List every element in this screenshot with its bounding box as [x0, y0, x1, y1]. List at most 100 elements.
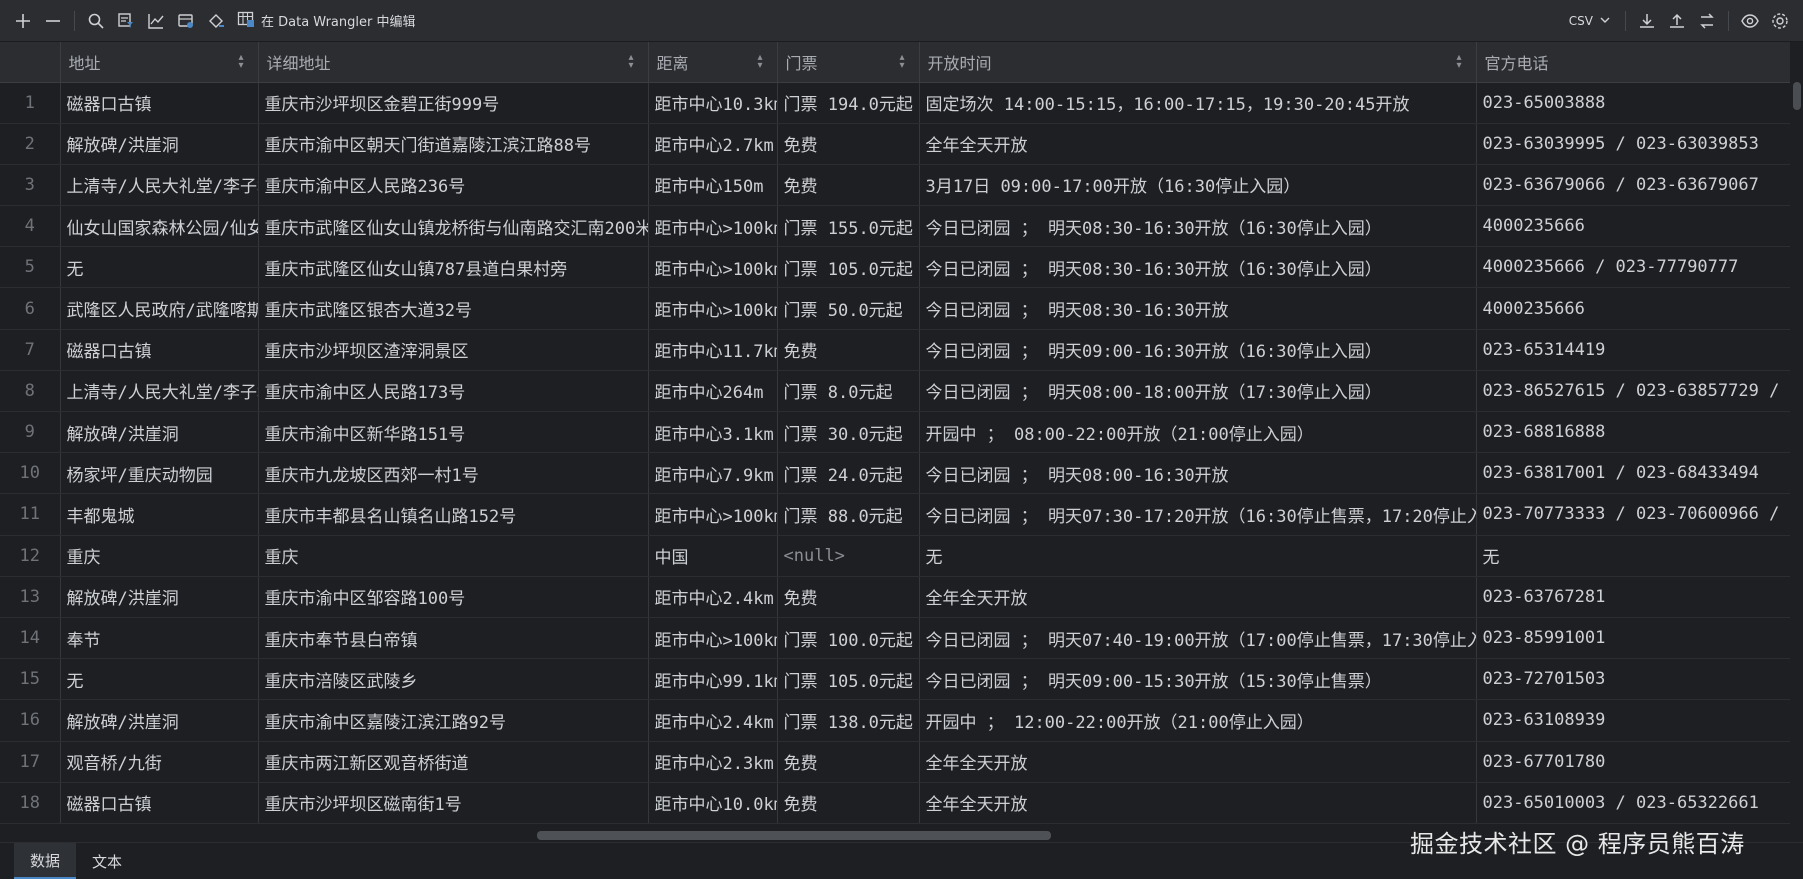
- cell-phone[interactable]: 023-85991001: [1476, 617, 1790, 660]
- sort-icon[interactable]: ▴ ▾: [628, 53, 633, 71]
- cell-opening-hours[interactable]: 今日已闭园 ； 明天09:00-15:30开放（15:30停止售票）: [919, 658, 1477, 701]
- cell-detail-address[interactable]: 重庆市武隆区银杏大道32号: [258, 287, 649, 330]
- sort-icon[interactable]: ▴ ▾: [1456, 53, 1461, 71]
- filter-icon[interactable]: [111, 6, 141, 36]
- cell-address[interactable]: 仙女山国家森林公园/仙女山: [60, 205, 259, 248]
- cell-ticket[interactable]: 门票 194.0元起: [777, 82, 920, 124]
- sort-icon[interactable]: ▴ ▾: [238, 53, 243, 71]
- cell-detail-address[interactable]: 重庆: [258, 535, 649, 577]
- cell-detail-address[interactable]: 重庆市渝中区人民路236号: [258, 164, 649, 207]
- add-icon[interactable]: [8, 6, 38, 36]
- cell-opening-hours[interactable]: 开园中 ； 08:00-22:00开放（21:00停止入园）: [919, 411, 1477, 454]
- cell-opening-hours[interactable]: 今日已闭园 ； 明天08:00-18:00开放（17:30停止入园）: [919, 370, 1477, 413]
- cell-distance[interactable]: 距市中心>100km: [648, 287, 778, 330]
- cell-address[interactable]: 重庆: [60, 535, 259, 577]
- cell-distance[interactable]: 距市中心7.9km: [648, 452, 778, 495]
- cell-opening-hours[interactable]: 固定场次 14:00-15:15，16:00-17:15，19:30-20:45…: [919, 82, 1477, 124]
- format-select[interactable]: CSV: [1561, 7, 1619, 35]
- cell-phone[interactable]: 023-86527615 / 023-63857729 / 023: [1476, 370, 1790, 413]
- cell-distance[interactable]: 中国: [648, 535, 778, 577]
- table-row[interactable]: 14 奉节 重庆市奉节县白帝镇 距市中心>100km 门票 100.0元起 今日已闭园 ；…: [0, 617, 1790, 660]
- cell-ticket[interactable]: 免费: [777, 164, 920, 207]
- cell-ticket[interactable]: 门票 100.0元起: [777, 617, 920, 660]
- cell-phone[interactable]: 023-63108939: [1476, 699, 1790, 742]
- cell-ticket[interactable]: 门票 105.0元起: [777, 246, 920, 289]
- cell-detail-address[interactable]: 重庆市武隆区仙女山镇787县道白果村旁: [258, 246, 649, 289]
- cell-detail-address[interactable]: 重庆市沙坪坝区磁南街1号: [258, 782, 649, 824]
- cell-distance[interactable]: 距市中心>100km: [648, 205, 778, 248]
- cell-detail-address[interactable]: 重庆市渝中区人民路173号: [258, 370, 649, 413]
- cell-ticket[interactable]: 免费: [777, 576, 920, 618]
- vertical-scrollbar[interactable]: [1790, 42, 1803, 824]
- cell-opening-hours[interactable]: 全年全天开放: [919, 123, 1477, 165]
- table-row[interactable]: 7 磁器口古镇 重庆市沙坪坝区渣滓洞景区 距市中心11.7km 免费 今日已闭园 ； 明天…: [0, 329, 1790, 371]
- cell-ticket[interactable]: 门票 24.0元起: [777, 452, 920, 495]
- cell-ticket[interactable]: 门票 30.0元起: [777, 411, 920, 454]
- eye-icon[interactable]: [1735, 6, 1765, 36]
- column-header-opening-hours[interactable]: 开放时间 ▴ ▾: [919, 42, 1477, 83]
- cell-phone[interactable]: 023-63039995 / 023-63039853: [1476, 123, 1790, 165]
- cell-distance[interactable]: 距市中心>100km: [648, 617, 778, 660]
- column-header-detail-address[interactable]: 详细地址 ▴ ▾: [258, 42, 649, 83]
- cell-ticket[interactable]: 门票 8.0元起: [777, 370, 920, 413]
- column-header-distance[interactable]: 距离 ▴ ▾: [648, 42, 778, 83]
- download-icon[interactable]: [1632, 6, 1662, 36]
- cell-address[interactable]: 解放碑/洪崖洞: [60, 411, 259, 454]
- cell-distance[interactable]: 距市中心10.3km: [648, 82, 778, 124]
- cell-ticket[interactable]: 门票 50.0元起: [777, 287, 920, 330]
- cell-address[interactable]: 奉节: [60, 617, 259, 660]
- cell-address[interactable]: 上清寺/人民大礼堂/李子坝: [60, 164, 259, 207]
- paint-bucket-icon[interactable]: [201, 6, 231, 36]
- cell-phone[interactable]: 023-65003888: [1476, 82, 1790, 124]
- cell-ticket[interactable]: 门票 105.0元起: [777, 658, 920, 701]
- tab-data[interactable]: 数据: [14, 843, 76, 879]
- cell-opening-hours[interactable]: 今日已闭园 ； 明天09:00-16:30开放（16:30停止入园）: [919, 329, 1477, 371]
- table-row[interactable]: 4仙女山国家森林公园/仙女山重庆市武隆区仙女山镇龙桥街与仙南路交汇南200米距市…: [0, 205, 1790, 248]
- table-row[interactable]: 2 解放碑/洪崖洞 重庆市渝中区朝天门街道嘉陵江滨江路88号 距市中心2.7km 免费全…: [0, 123, 1790, 165]
- cell-distance[interactable]: 距市中心150m: [648, 164, 778, 207]
- cell-phone[interactable]: 无: [1476, 535, 1790, 577]
- cell-address[interactable]: 磁器口古镇: [60, 329, 259, 371]
- cell-detail-address[interactable]: 重庆市沙坪坝区金碧正街999号: [258, 82, 649, 124]
- cell-opening-hours[interactable]: 3月17日 09:00-17:00开放（16:30停止入园）: [919, 164, 1477, 207]
- cell-distance[interactable]: 距市中心2.3km: [648, 741, 778, 783]
- cell-address[interactable]: 磁器口古镇: [60, 782, 259, 824]
- cell-address[interactable]: 解放碑/洪崖洞: [60, 576, 259, 618]
- cell-address[interactable]: 丰都鬼城: [60, 493, 259, 536]
- horizontal-scroll-thumb[interactable]: [537, 831, 1051, 840]
- cell-address[interactable]: 无: [60, 658, 259, 701]
- cell-ticket[interactable]: 免费: [777, 782, 920, 824]
- edit-in-data-wrangler-button[interactable]: 在 Data Wrangler 中编辑: [231, 6, 421, 36]
- table-row[interactable]: 10 杨家坪/重庆动物园 重庆市九龙坡区西郊一村1号 距市中心7.9km 门票 24.0…: [0, 452, 1790, 495]
- cell-opening-hours[interactable]: 今日已闭园 ； 明天07:40-19:00开放（17:00停止售票，17:30停…: [919, 617, 1477, 660]
- cell-address[interactable]: 解放碑/洪崖洞: [60, 699, 259, 742]
- cell-address[interactable]: 上清寺/人民大礼堂/李子坝: [60, 370, 259, 413]
- cell-address[interactable]: 观音桥/九街: [60, 741, 259, 783]
- cell-opening-hours[interactable]: 无: [919, 535, 1477, 577]
- table-row[interactable]: 13 解放碑/洪崖洞 重庆市渝中区邹容路100号 距市中心2.4km 免费 全年全天开放 0…: [0, 576, 1790, 618]
- sort-icon[interactable]: ▴ ▾: [757, 53, 762, 71]
- cell-phone[interactable]: 4000235666: [1476, 287, 1790, 330]
- cell-detail-address[interactable]: 重庆市两江新区观音桥街道: [258, 741, 649, 783]
- table-row[interactable]: 8 上清寺/人民大礼堂/李子坝 重庆市渝中区人民路173号 距市中心264m 门票 8.…: [0, 370, 1790, 413]
- cell-detail-address[interactable]: 重庆市九龙坡区西郊一村1号: [258, 452, 649, 495]
- cell-ticket[interactable]: 免费: [777, 329, 920, 371]
- cell-phone[interactable]: 023-65314419: [1476, 329, 1790, 371]
- cell-opening-hours[interactable]: 今日已闭园 ； 明天08:30-16:30开放（16:30停止入园）: [919, 205, 1477, 248]
- cell-distance[interactable]: 距市中心2.4km: [648, 576, 778, 618]
- cell-phone[interactable]: 023-72701503: [1476, 658, 1790, 701]
- cell-distance[interactable]: 距市中心2.4km: [648, 699, 778, 742]
- table-row[interactable]: 9 解放碑/洪崖洞 重庆市渝中区新华路151号 距市中心3.1km 门票 30.0元起开…: [0, 411, 1790, 454]
- cell-phone[interactable]: 023-68816888: [1476, 411, 1790, 454]
- cell-detail-address[interactable]: 重庆市涪陵区武陵乡: [258, 658, 649, 701]
- cell-opening-hours[interactable]: 全年全天开放: [919, 576, 1477, 618]
- table-row[interactable]: 5 无重庆市武隆区仙女山镇787县道白果村旁 距市中心>100km 门票 105.0元…: [0, 246, 1790, 289]
- cell-detail-address[interactable]: 重庆市奉节县白帝镇: [258, 617, 649, 660]
- cell-address[interactable]: 无: [60, 246, 259, 289]
- table-row[interactable]: 18 磁器口古镇 重庆市沙坪坝区磁南街1号 距市中心10.0km 免费 全年全天开放 023…: [0, 782, 1790, 824]
- cell-opening-hours[interactable]: 全年全天开放: [919, 741, 1477, 783]
- cell-detail-address[interactable]: 重庆市渝中区嘉陵江滨江路92号: [258, 699, 649, 742]
- settings-icon[interactable]: [1765, 6, 1795, 36]
- cell-phone[interactable]: 023-63817001 / 023-68433494: [1476, 452, 1790, 495]
- cell-phone[interactable]: 4000235666: [1476, 205, 1790, 248]
